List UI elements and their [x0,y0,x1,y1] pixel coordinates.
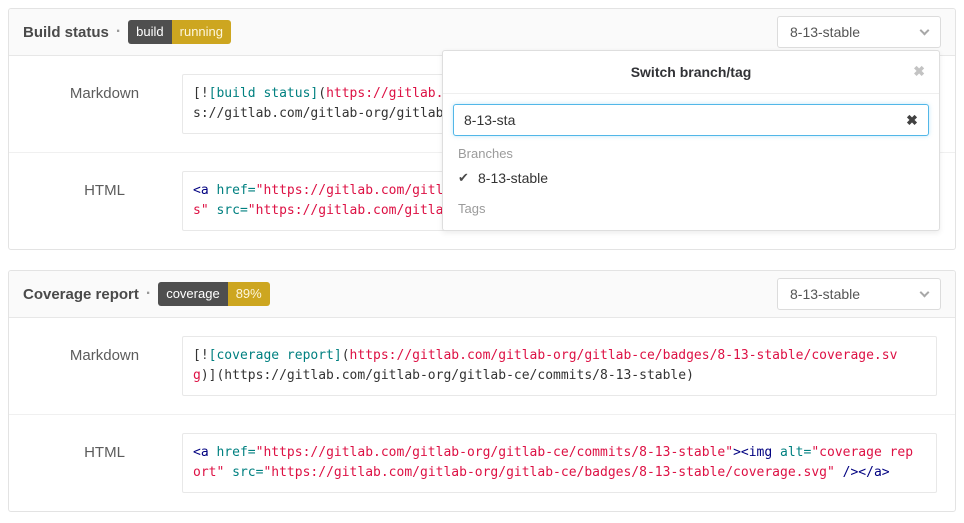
badge-panel-coverage-heading: Coverage report · coverage 89% 8-13-stab… [9,271,955,318]
html-row: HTML <a href="https://gitlab.com/gitlab-… [9,414,955,511]
popup-close-button[interactable]: ✖ [911,62,927,80]
branch-search-input[interactable] [453,104,929,136]
markdown-row: Markdown [![coverage report](https://git… [9,318,955,414]
branch-selector-button[interactable]: 8-13-stable [777,278,941,310]
chevron-down-icon [920,25,930,35]
badges-settings-page: Build status · build running 8-13-stable… [0,0,964,523]
badge-value: running [172,20,231,44]
badge-key: coverage [158,282,227,306]
chevron-down-icon [920,287,930,297]
switch-branch-popup: Switch branch/tag ✖ ✖ Branches ✔ 8-13-st… [442,50,940,231]
badge-value: 89% [228,282,270,306]
branch-option-label: 8-13-stable [478,170,548,186]
markdown-code-box: [![coverage report](https://gitlab.com/g… [182,336,937,396]
branch-selector-value: 8-13-stable [790,24,860,40]
html-label: HTML [27,171,182,199]
html-label: HTML [27,433,182,461]
popup-body: ✖ Branches ✔ 8-13-stable Tags [443,94,939,222]
badge-preview: coverage 89% [158,282,270,306]
markdown-label: Markdown [27,336,182,364]
clear-search-button[interactable]: ✖ [897,104,927,136]
close-icon: ✖ [913,63,925,79]
badge-key: build [128,20,171,44]
badge-preview: build running [128,20,231,44]
popup-header: Switch branch/tag ✖ [443,51,939,94]
badge-panel-build-heading: Build status · build running 8-13-stable [9,9,955,56]
badge-title: Build status [23,24,109,41]
clear-icon: ✖ [906,112,918,128]
title-separator: · [116,23,121,41]
markdown-label: Markdown [27,74,182,102]
badge-title: Coverage report [23,286,139,303]
badge-panel-coverage: Coverage report · coverage 89% 8-13-stab… [8,270,956,512]
html-code: <a href="https://gitlab.com/gitlab-org/g… [193,443,915,483]
branch-search: ✖ [453,104,929,136]
branches-section-header: Branches [453,136,929,165]
branch-selector-value: 8-13-stable [790,286,860,302]
html-code-box: <a href="https://gitlab.com/gitlab-org/g… [182,433,937,493]
branch-selector-button[interactable]: 8-13-stable [777,16,941,48]
check-icon: ✔ [458,170,478,186]
branch-option[interactable]: ✔ 8-13-stable [453,165,929,191]
title-separator: · [146,285,151,303]
popup-title: Switch branch/tag [631,64,752,80]
markdown-code: [![coverage report](https://gitlab.com/g… [193,346,915,386]
tags-section-header: Tags [453,191,929,220]
